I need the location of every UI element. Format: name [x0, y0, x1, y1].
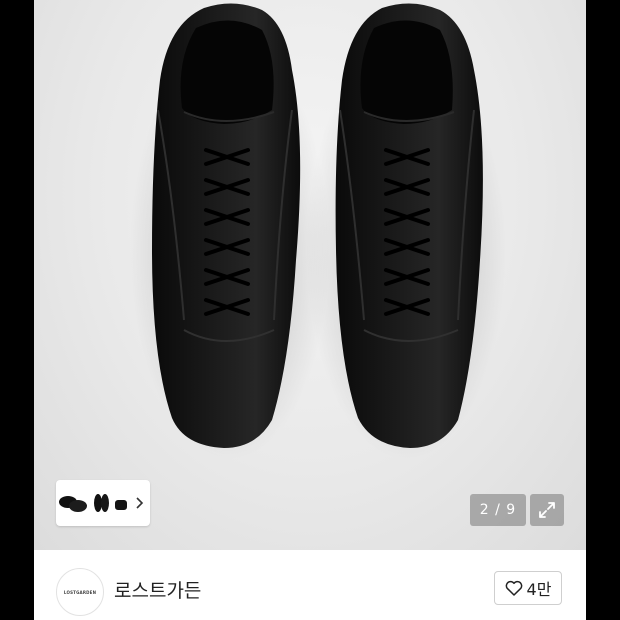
like-count: 4만 [526, 580, 552, 599]
thumbnail-2[interactable] [90, 480, 112, 526]
chevron-right-icon[interactable] [130, 480, 150, 526]
left-shoe [130, 3, 330, 460]
product-image-gallery[interactable]: 2 / 9 [34, 0, 586, 550]
thumbnail-1[interactable] [56, 480, 90, 526]
image-counter: 2 / 9 [470, 494, 526, 526]
expand-icon[interactable] [530, 494, 564, 526]
store-name[interactable]: 로스트가든 [114, 576, 201, 603]
store-logo[interactable]: LOSTGARDEN [56, 568, 104, 616]
like-button[interactable]: 4만 [494, 571, 562, 605]
store-bar: LOSTGARDEN 로스트가든 4만 [34, 550, 586, 620]
thumbnail-shoe-pair-icon [59, 496, 87, 512]
product-image [130, 3, 506, 460]
right-shoe [306, 3, 506, 460]
thumbnail-3[interactable] [112, 480, 130, 526]
heart-outline-icon [505, 580, 522, 596]
thumbnail-shoe-top-icon [94, 494, 109, 512]
thumbnail-strip[interactable] [56, 480, 150, 526]
thumbnail-shoe-side-icon [115, 500, 127, 510]
product-page: 2 / 9 LOSTGARDEN 로스트가든 4만 [34, 0, 586, 620]
store-logo-text: LOSTGARDEN [63, 589, 97, 595]
